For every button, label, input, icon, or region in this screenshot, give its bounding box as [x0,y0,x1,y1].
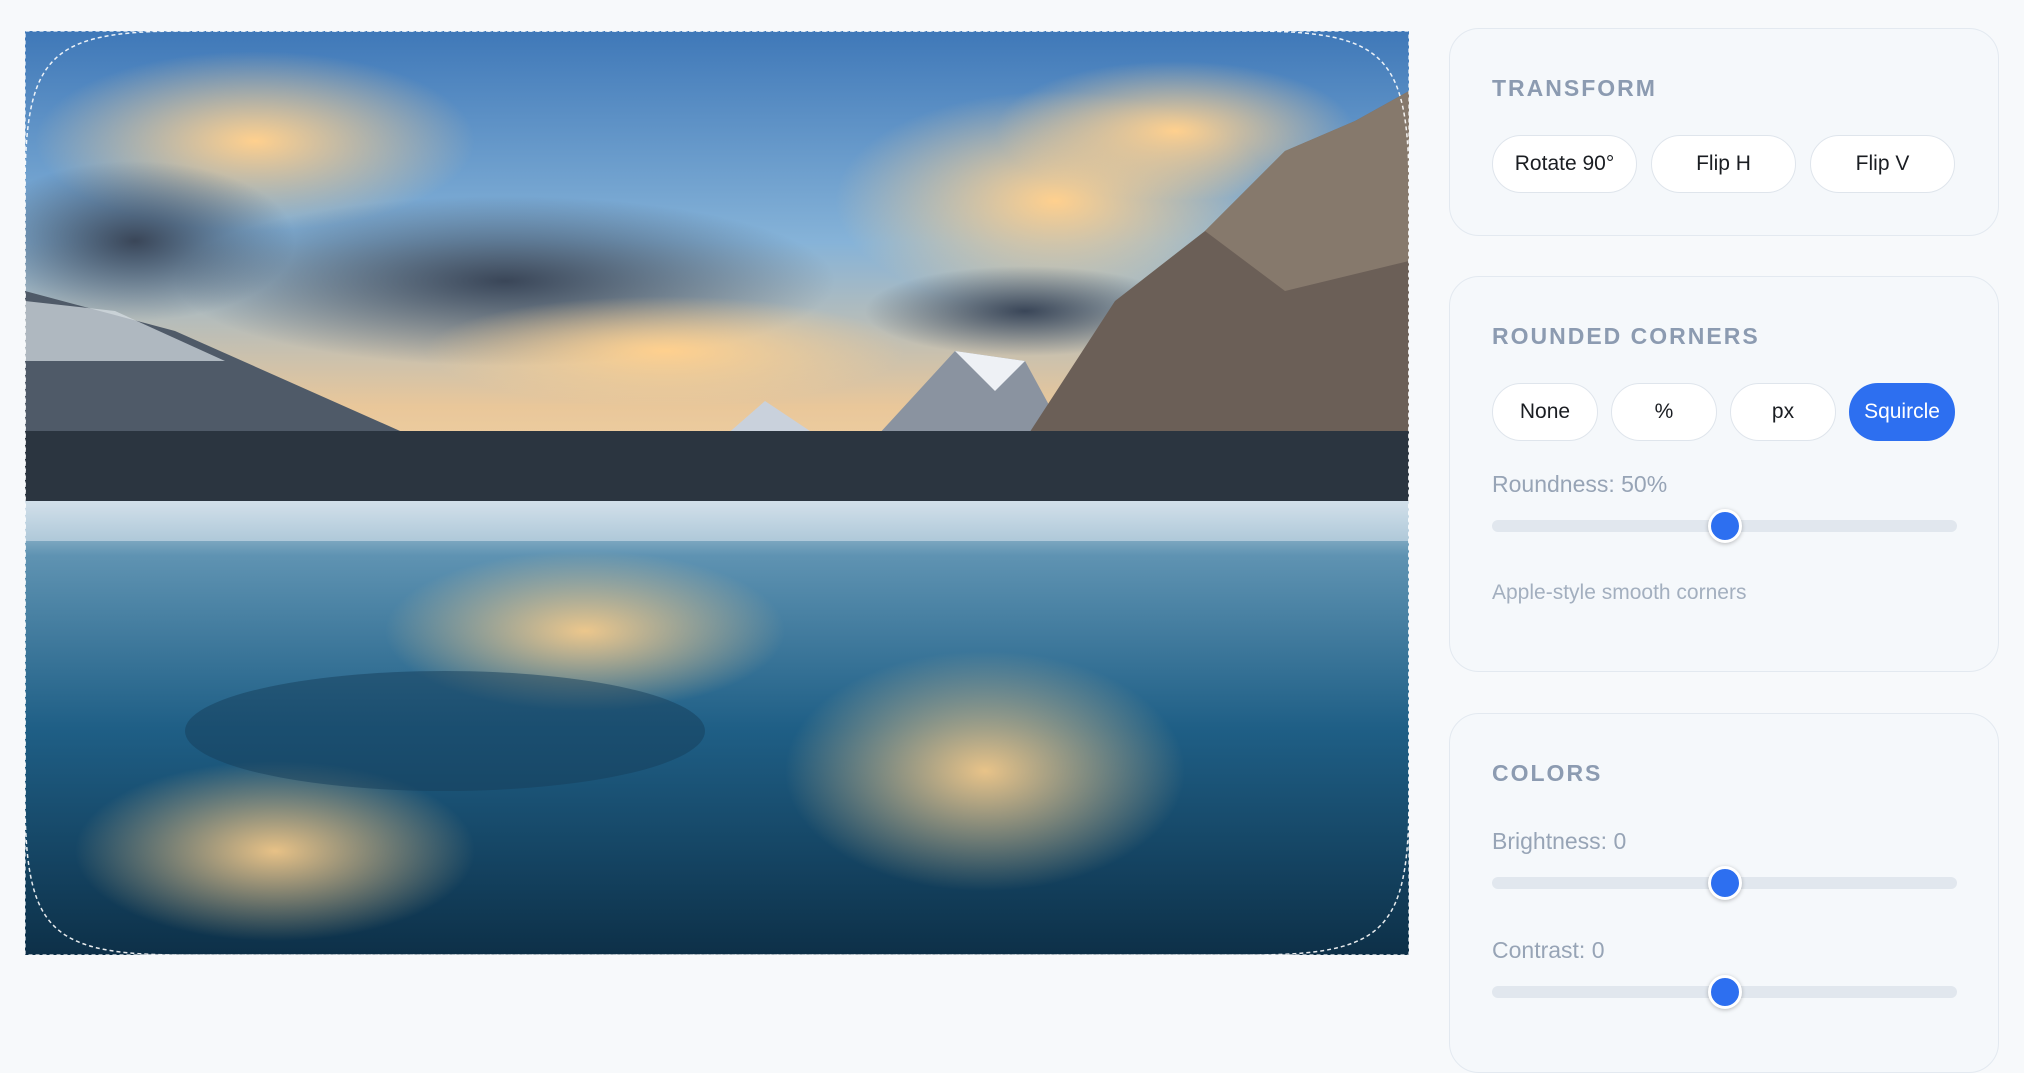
contrast-slider[interactable] [1492,975,1957,1009]
image-canvas [0,0,1430,1043]
rounded-corners-title: ROUNDED CORNERS [1492,323,1760,349]
rounded-corners-panel: ROUNDED CORNERS None % px Squircle Round… [1449,276,1999,672]
brightness-slider[interactable] [1492,866,1957,900]
flip-vertical-button[interactable]: Flip V [1810,135,1955,193]
corner-mode-buttons: None % px Squircle [1492,383,1955,441]
brightness-label: Brightness: 0 [1492,828,1627,854]
corner-mode-percent-button[interactable]: % [1611,383,1717,441]
roundness-slider-thumb[interactable] [1707,509,1742,543]
roundness-label: Roundness: 50% [1492,471,1668,497]
transform-buttons: Rotate 90° Flip H Flip V [1492,135,1955,193]
squircle-hint: Apple-style smooth corners [1492,581,1747,604]
roundness-slider[interactable] [1492,509,1957,543]
transform-panel: TRANSFORM Rotate 90° Flip H Flip V [1449,28,1999,236]
corner-mode-px-button[interactable]: px [1730,383,1836,441]
transform-title: TRANSFORM [1492,75,1657,101]
contrast-label: Contrast: 0 [1492,937,1605,963]
landscape-photo [25,31,1409,955]
colors-panel: COLORS Brightness: 0 Contrast: 0 [1449,713,1999,1073]
brightness-slider-thumb[interactable] [1707,866,1742,900]
colors-title: COLORS [1492,760,1603,786]
flip-horizontal-button[interactable]: Flip H [1651,135,1796,193]
rotate-90-button[interactable]: Rotate 90° [1492,135,1637,193]
photo-preview[interactable] [25,31,1409,955]
contrast-slider-thumb[interactable] [1707,975,1742,1009]
corner-mode-none-button[interactable]: None [1492,383,1598,441]
corner-mode-squircle-button[interactable]: Squircle [1849,383,1955,441]
